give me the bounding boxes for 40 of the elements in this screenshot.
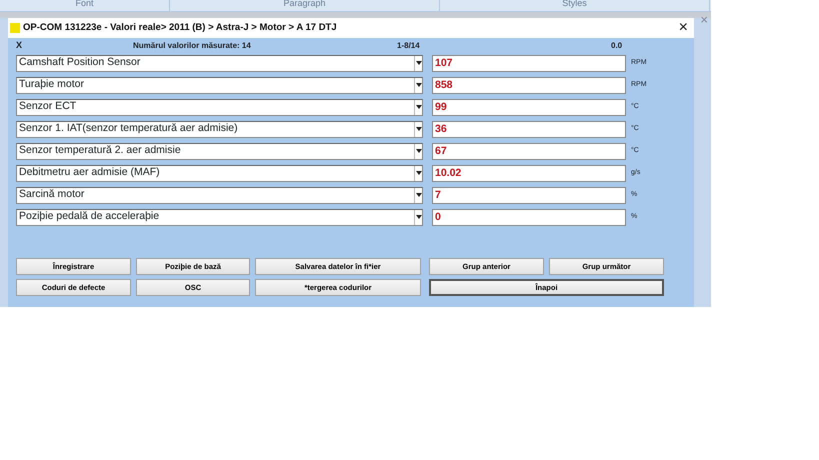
value-field: 67 — [432, 142, 626, 160]
parameter-name: Senzor 1. IAT(senzor temperatură aer admisie) — [19, 121, 238, 136]
parameter-dropdown[interactable]: Senzor temperatură 2. aer admisie — [16, 142, 423, 160]
value-field: 107 — [432, 54, 626, 72]
caret-icon — [416, 83, 422, 87]
caret-icon — [416, 127, 422, 131]
parameter-dropdown[interactable]: Camshaft Position Sensor — [16, 54, 423, 72]
caret-icon — [416, 105, 422, 109]
parameter-dropdown[interactable]: Senzor ECT — [16, 98, 423, 116]
parameter-name: Poziþie pedală de acceleraþie — [19, 209, 160, 224]
window-title: OP-COM 131223e - Valori reale> 2011 (B) > Astra-J > Motor > A 17 DTJ — [23, 20, 337, 35]
parameter-dropdown[interactable]: Sarcină motor — [16, 186, 423, 204]
parameter-dropdown[interactable]: Senzor 1. IAT(senzor temperatură aer admisie) — [16, 120, 423, 138]
value-field: 36 — [432, 120, 626, 138]
caret-icon — [416, 149, 422, 153]
measured-count: Numărul valorilor măsurate: 14 — [133, 40, 252, 52]
caret-icon — [416, 193, 422, 197]
value-field: 7 — [432, 186, 626, 204]
parameter-dropdown[interactable]: Poziþie pedală de acceleraþie — [16, 208, 423, 226]
app-icon — [10, 23, 20, 33]
value-field: 10.02 — [432, 164, 626, 182]
close-button[interactable]: × — [672, 20, 694, 36]
value-field: 99 — [432, 98, 626, 116]
parameter-name: Turaþie motor — [19, 77, 84, 92]
parameter-name: Camshaft Position Sensor — [19, 55, 140, 70]
parameter-name: Senzor temperatură 2. aer admisie — [19, 143, 181, 158]
page-range: 1-8/14 — [397, 40, 421, 52]
elapsed-time: 0.0 — [611, 40, 622, 52]
parameter-dropdown[interactable]: Debitmetru aer admisie (MAF) — [16, 164, 423, 182]
parameter-name: Senzor ECT — [19, 99, 76, 114]
value-field: 858 — [432, 76, 626, 94]
caret-icon — [416, 171, 422, 175]
header-mark: X — [16, 39, 24, 52]
parameter-name: Debitmetru aer admisie (MAF) — [19, 165, 160, 180]
caret-icon — [416, 61, 422, 65]
ribbon-group-label: Font — [0, 0, 170, 11]
parameter-dropdown[interactable]: Turaþie motor — [16, 76, 423, 94]
caret-icon — [416, 215, 422, 219]
value-field: 0 — [432, 208, 626, 226]
parameter-name: Sarcină motor — [19, 187, 84, 202]
